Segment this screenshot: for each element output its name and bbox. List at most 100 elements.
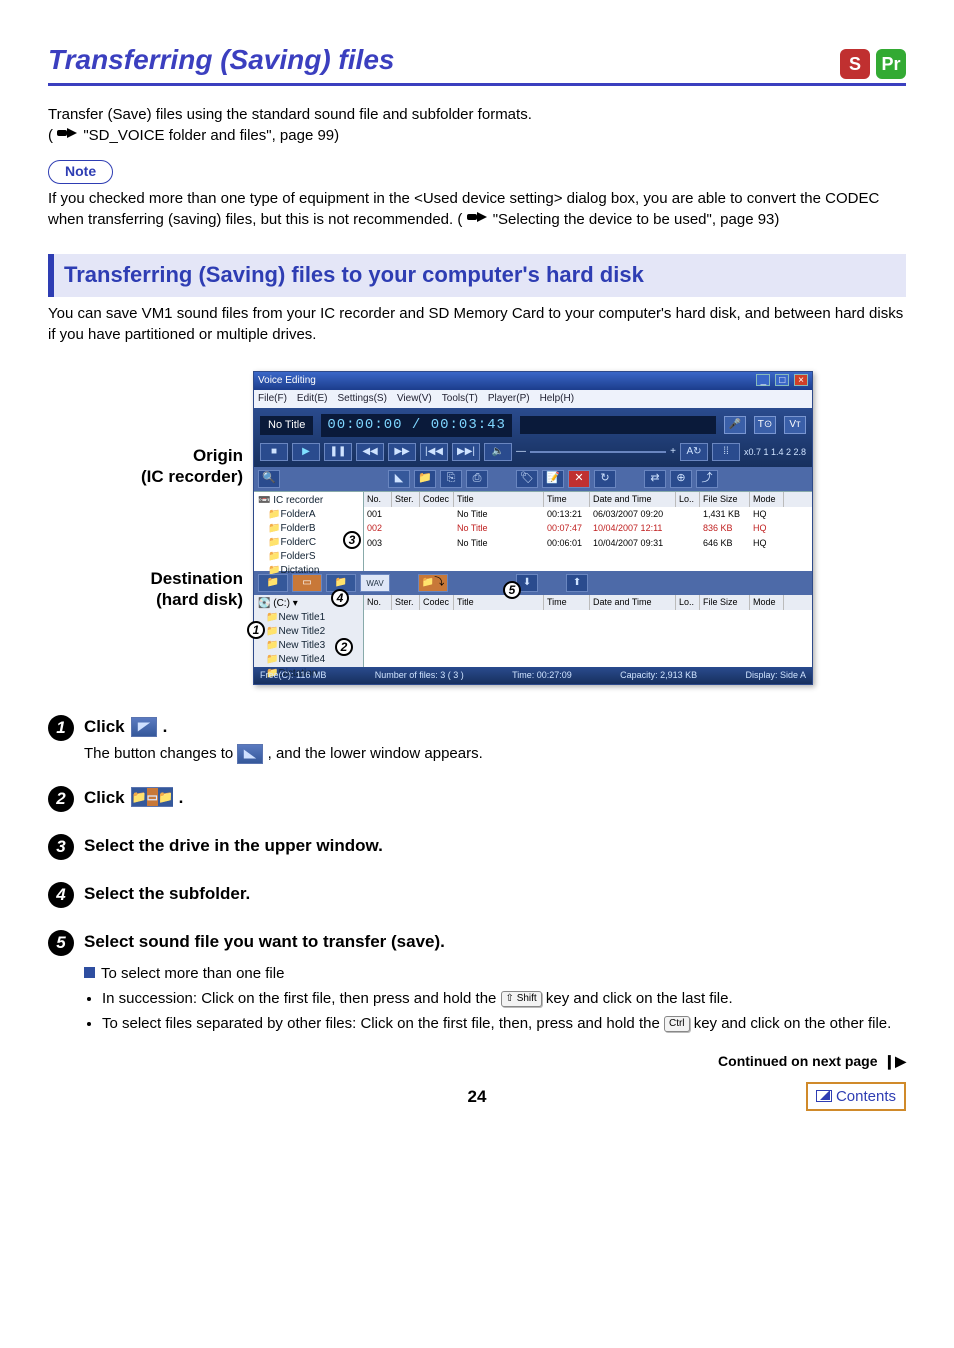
forward-icon[interactable]: ▶▶ [388,443,416,461]
toggle-lower-active-icon [237,744,263,764]
new-folder-icon[interactable]: 📁⤵ [418,574,448,592]
play-icon[interactable]: ▶ [292,443,320,461]
shift-key-icon: ⇧ Shift [501,991,542,1007]
next-track-icon[interactable]: ▶▶| [452,443,480,461]
contents-icon [816,1090,832,1102]
dest-folder[interactable]: New Title3 [278,640,325,651]
destination-tabs-icon: 📁▭📁 [131,787,173,807]
upper-pane: 📼 IC recorder 📁FolderA 📁FolderB 📁FolderC… [254,491,812,571]
callout-2: 2 [335,636,357,658]
stop-icon[interactable]: ■ [260,443,288,461]
text-output-icon[interactable]: T⊙ [754,416,776,434]
menu-file[interactable]: File(F) [258,392,287,406]
contents-button[interactable]: Contents [806,1082,906,1111]
repeat-icon[interactable]: A↻ [680,443,708,461]
status-capacity: Capacity: 2,913 KB [620,669,697,682]
status-display: Display: Side A [745,669,806,682]
tab-sd-icon[interactable]: ▭ [292,574,322,592]
menu-player[interactable]: Player(P) [488,392,530,406]
app-menubar[interactable]: File(F) Edit(E) Settings(S) View(V) Tool… [254,390,812,408]
dest-folder[interactable]: New Title2 [278,626,325,637]
menu-help[interactable]: Help(H) [540,392,574,406]
file-list-header: No. Ster. Codec Title Time Date and Time… [364,492,812,507]
hand-pointer-icon [57,125,79,146]
hand-pointer-icon [467,209,489,230]
search-icon[interactable]: 🔍 [258,470,280,488]
paste-icon[interactable]: ⎙ [466,470,488,488]
wav-icon[interactable]: WAV [360,574,390,592]
menu-edit[interactable]: Edit(E) [297,392,328,406]
section-body: You can save VM1 sound files from your I… [48,303,906,345]
close-icon[interactable]: × [794,374,808,386]
origin-label-1: Origin [141,445,243,466]
dest-folder[interactable]: New Title1 [278,612,325,623]
status-free: Free(C): 116 MB [260,669,326,682]
page-number: 24 [334,1085,620,1109]
intro-line2: ( "SD_VOICE folder and files", page 99) [48,125,906,146]
destination-label-1: Destination [141,568,243,589]
upper-toolbar: 🔍 ◣ 📁 ⎘ ⎙ 🏷 📝 ✕ ↻ ⇄ ⊕ ⤴ [254,467,812,491]
callout-3: 3 [343,529,365,551]
file-list[interactable]: No. Ster. Codec Title Time Date and Time… [364,492,812,571]
merge-icon[interactable]: ⊕ [670,470,692,488]
folder-icon[interactable]: 📁 [414,470,436,488]
transfer-up-icon[interactable]: ⬆ [566,574,588,592]
prev-track-icon[interactable]: |◀◀ [420,443,448,461]
badge-pr: Pr [876,49,906,79]
dest-folder[interactable]: New Title4 [278,654,325,665]
file-row[interactable]: 001No Title00:13:2106/03/2007 09:201,431… [364,507,812,522]
menu-view[interactable]: View(V) [397,392,432,406]
menu-settings[interactable]: Settings(S) [337,392,386,406]
speaker-icon[interactable]: 🔈 [484,443,512,461]
transport-controls: ■ ▶ ❚❚ ◀◀ ▶▶ |◀◀ ▶▶| 🔈 — + A↻ ⁞⁞ x0.7 1 … [260,443,806,461]
link-icon[interactable]: ⇄ [644,470,666,488]
continued-notice: Continued on next page ❙▶ [48,1052,906,1072]
step-4: 4 Select the subfolder. [48,882,906,908]
rewind-icon[interactable]: ◀◀ [356,443,384,461]
intro-paragraph: Transfer (Save) files using the standard… [48,104,906,146]
menu-tools[interactable]: Tools(T) [442,392,478,406]
file-row[interactable]: 003No Title00:06:0110/04/2007 09:31646 K… [364,536,812,551]
step-5: 5 Select sound file you want to transfer… [48,930,906,1039]
step-number-icon: 3 [48,834,74,860]
tag-icon[interactable]: 🏷 [516,470,538,488]
note-text: If you checked more than one type of equ… [48,188,906,230]
delete-icon[interactable]: ✕ [568,470,590,488]
status-time: Time: 00:27:09 [512,669,572,682]
callout-5: 5 [503,579,525,601]
step-number-icon: 5 [48,930,74,956]
figure-side-labels: Origin (IC recorder) Destination (hard d… [141,485,243,570]
page-title: Transferring (Saving) files [48,40,394,79]
window-buttons[interactable]: _ □ × [754,374,808,388]
toggle-lower-button-icon [131,717,157,737]
now-playing-title: No Title [260,416,313,435]
toggle-lower-icon[interactable]: ◣ [388,470,410,488]
voice-text-icon[interactable]: Vᴛ [784,416,806,434]
callout-1: 1 [247,619,269,641]
export-icon[interactable]: ⤴ [696,470,718,488]
volume-slider[interactable] [530,451,666,453]
tab-hd-icon[interactable]: 📁 [258,574,288,592]
eq-icon[interactable]: ⁞⁞ [712,443,740,461]
tree-folder-c[interactable]: FolderC [280,537,316,548]
step-number-icon: 4 [48,882,74,908]
mode-badges: S Pr [840,49,906,79]
pause-icon[interactable]: ❚❚ [324,443,352,461]
player-panel: No Title 00:00:00 / 00:03:43 🎤 T⊙ Vᴛ ■ ▶… [254,408,812,468]
step-2: 2 Click 📁▭📁 . [48,786,906,812]
refresh-icon[interactable]: ↻ [594,470,616,488]
mic-icon[interactable]: 🎤 [724,416,746,434]
tree-folder-b[interactable]: FolderB [280,523,315,534]
note-icon[interactable]: 📝 [542,470,564,488]
minimize-icon[interactable]: _ [756,374,770,386]
tree-folder-a[interactable]: FolderA [280,509,315,520]
file-row[interactable]: 002No Title00:07:4710/04/2007 12:11836 K… [364,521,812,536]
tree-folder-s[interactable]: FolderS [280,551,315,562]
lower-file-list-header: No. Ster. Codec Title Time Date and Time… [364,595,812,610]
maximize-icon[interactable]: □ [775,374,789,386]
step5-bullets: In succession: Click on the first file, … [102,988,906,1034]
level-meter [520,416,716,434]
intro-line1: Transfer (Save) files using the standard… [48,104,906,125]
copy-icon[interactable]: ⎘ [440,470,462,488]
speed-scale: x0.7 1 1.4 2 2.8 [744,446,806,459]
